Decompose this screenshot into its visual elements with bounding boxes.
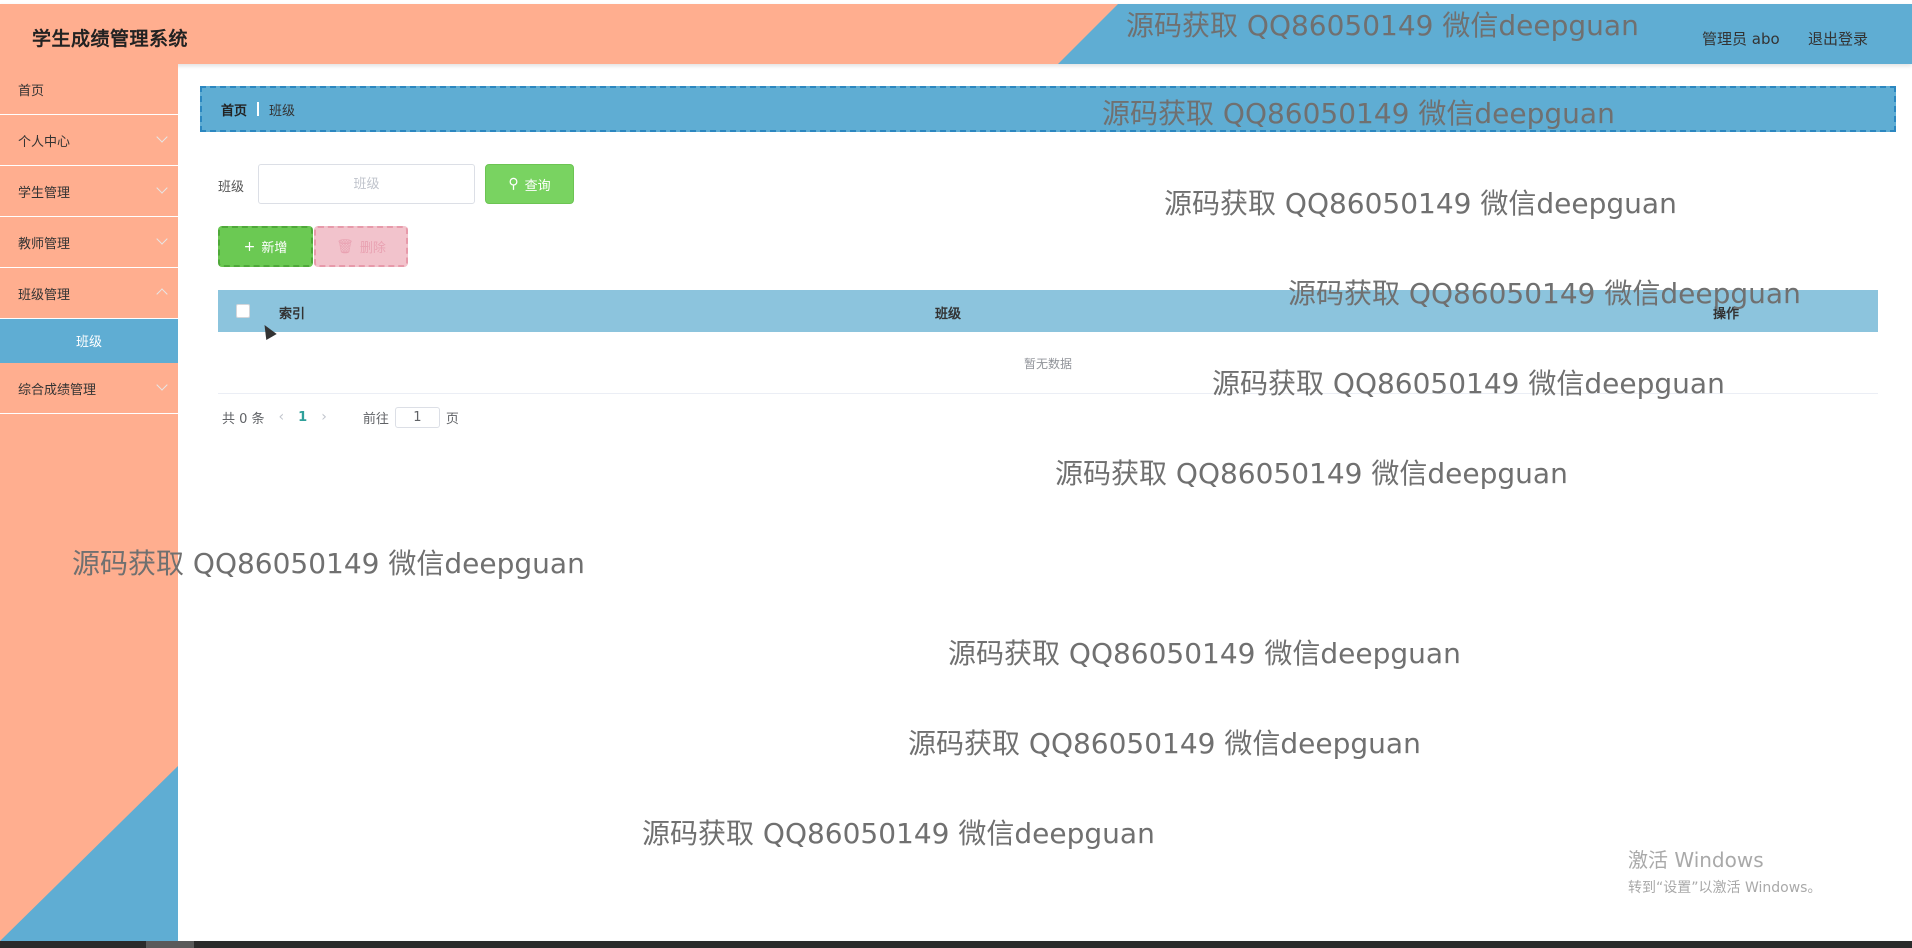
delete-button-label: 删除 — [359, 241, 386, 256]
chevron-up-icon — [156, 288, 168, 300]
sidebar-item-label: 班级管理 — [18, 287, 71, 303]
taskbar-app-segment[interactable] — [146, 941, 194, 948]
activation-subtitle: 转到“设置”以激活 Windows。 — [1628, 880, 1822, 896]
class-search-input[interactable] — [258, 164, 475, 204]
chevron-right-icon[interactable]: › — [321, 409, 327, 425]
watermark-text: 源码获取 QQ86050149 微信deepguan — [1164, 187, 1677, 220]
select-all-checkbox[interactable] — [236, 304, 250, 318]
windows-activation-notice: 激活 Windows 转到“设置”以激活 Windows。 — [1628, 844, 1821, 897]
sidebar-item-label: 教师管理 — [18, 236, 71, 252]
search-field-label: 班级 — [218, 180, 245, 195]
trash-icon: 🗑 — [336, 238, 354, 255]
breadcrumb: 首页 班级 — [200, 86, 1896, 132]
search-button[interactable]: ⚲ 查询 — [485, 164, 574, 204]
os-taskbar — [0, 941, 1912, 948]
sidebar-subitem-class[interactable]: 班级 — [0, 318, 178, 363]
sidebar-item-class-management[interactable]: 班级管理 — [0, 268, 178, 319]
delete-button[interactable]: 🗑 删除 — [314, 226, 408, 267]
search-icon: ⚲ — [508, 176, 519, 192]
sidebar-accent-shape — [0, 766, 178, 941]
chevron-down-icon — [156, 233, 168, 245]
watermark-text: 源码获取 QQ86050149 微信deepguan — [642, 817, 1155, 850]
app-title: 学生成绩管理系统 — [32, 28, 189, 50]
add-button[interactable]: + 新增 — [218, 226, 313, 267]
sidebar-item-teacher-management[interactable]: 教师管理 — [0, 217, 178, 268]
watermark-text: 源码获取 QQ86050149 微信deepguan — [1288, 277, 1801, 310]
page: 学生成绩管理系统 管理员 abo 退出登录 首页 个人中心 学生管理 教师管理 … — [0, 0, 1912, 948]
search-button-label: 查询 — [524, 178, 551, 194]
watermark-text: 源码获取 QQ86050149 微信deepguan — [72, 547, 585, 580]
pagination-goto-input[interactable] — [394, 406, 440, 428]
watermark-text: 源码获取 QQ86050149 微信deepguan — [1212, 367, 1725, 400]
pagination-current-page[interactable]: 1 — [298, 410, 307, 425]
watermark-text: 源码获取 QQ86050149 微信deepguan — [908, 727, 1421, 760]
watermark-text: 源码获取 QQ86050149 微信deepguan — [1055, 457, 1568, 490]
sidebar-item-label: 学生管理 — [18, 185, 71, 201]
logout-link[interactable]: 退出登录 — [1808, 28, 1868, 49]
sidebar-item-score-management[interactable]: 综合成绩管理 — [0, 363, 178, 414]
watermark-text: 源码获取 QQ86050149 微信deepguan — [1102, 97, 1615, 130]
watermark-text: 源码获取 QQ86050149 微信deepguan — [1126, 9, 1639, 42]
sidebar-item-label: 个人中心 — [18, 134, 71, 150]
breadcrumb-current: 班级 — [269, 103, 296, 119]
sidebar-item-personal-center[interactable]: 个人中心 — [0, 115, 178, 166]
sidebar-item-label: 首页 — [18, 83, 45, 99]
breadcrumb-separator — [257, 102, 260, 116]
sidebar-item-home[interactable]: 首页 — [0, 64, 178, 115]
chevron-down-icon — [156, 131, 168, 143]
sidebar-item-label: 综合成绩管理 — [18, 382, 97, 398]
pagination-total: 共 0 条 — [222, 411, 265, 427]
sidebar-item-student-management[interactable]: 学生管理 — [0, 166, 178, 217]
add-button-label: 新增 — [261, 241, 288, 256]
pagination-page-suffix: 页 — [445, 411, 459, 427]
chevron-down-icon — [156, 379, 168, 391]
activation-title: 激活 Windows — [1628, 848, 1764, 872]
pagination-goto-label: 前往 — [362, 411, 389, 427]
pagination: 共 0 条 ‹ 1 › 前往 页 — [222, 405, 459, 429]
column-header-index: 索引 — [279, 307, 306, 322]
watermark-text: 源码获取 QQ86050149 微信deepguan — [948, 637, 1461, 670]
chevron-down-icon — [156, 182, 168, 194]
sidebar: 首页 个人中心 学生管理 教师管理 班级管理 班级 综合成绩管理 — [0, 64, 178, 941]
current-user-label: 管理员 abo — [1702, 30, 1780, 48]
column-header-class: 班级 — [935, 307, 962, 322]
breadcrumb-home-link[interactable]: 首页 — [221, 100, 247, 119]
chevron-left-icon[interactable]: ‹ — [279, 409, 285, 425]
plus-icon: + — [243, 238, 256, 255]
